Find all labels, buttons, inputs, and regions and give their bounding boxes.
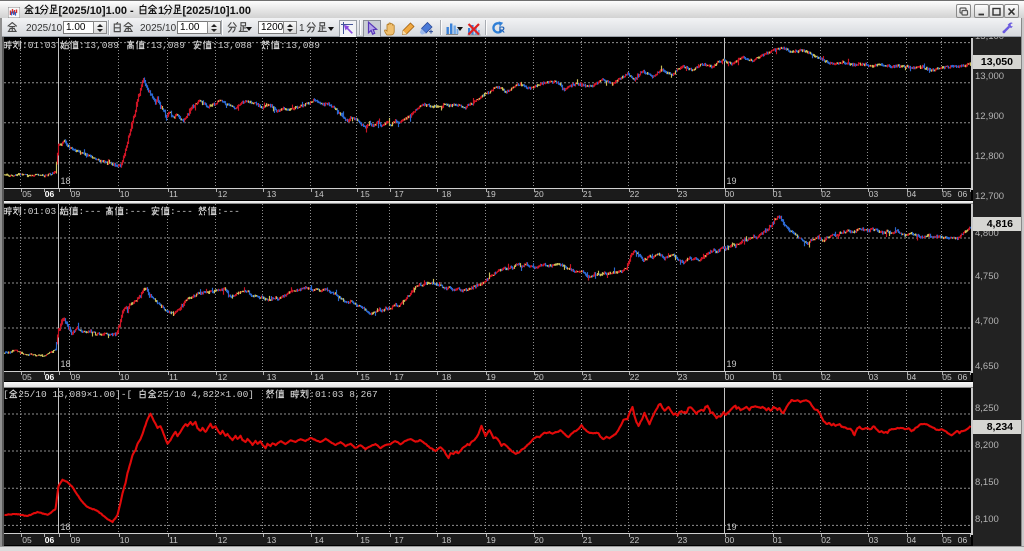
- svg-text:18: 18: [61, 522, 71, 532]
- svg-text::13,088: :13,088: [212, 40, 252, 51]
- svg-text:[2025/10]1.00: [2025/10]1.00: [183, 5, 252, 17]
- svg-text:18: 18: [61, 176, 71, 186]
- svg-text::13,089: :13,089: [280, 40, 320, 51]
- svg-text:[: [: [4, 389, 9, 400]
- svg-text::01:03: :01:03: [22, 40, 57, 51]
- svg-text::---: :---: [79, 206, 102, 217]
- svg-text::01:03: :01:03: [22, 206, 57, 217]
- svg-text:[2025/10]1.00 -: [2025/10]1.00 -: [59, 5, 135, 17]
- svg-text:1: 1: [34, 5, 40, 17]
- svg-text:19: 19: [727, 176, 737, 186]
- svg-text:25/10 4,822×1.00]: 25/10 4,822×1.00]: [157, 389, 254, 400]
- svg-text:18: 18: [61, 359, 71, 369]
- svg-text:R: R: [498, 24, 504, 34]
- svg-text::13,089: :13,089: [145, 40, 185, 51]
- svg-text::---: :---: [124, 206, 147, 217]
- svg-text:1: 1: [158, 5, 164, 17]
- svg-text::---: :---: [217, 206, 240, 217]
- svg-text::01:03 8,267: :01:03 8,267: [309, 389, 377, 400]
- svg-text:19: 19: [727, 359, 737, 369]
- svg-text:19: 19: [727, 522, 737, 532]
- svg-text::13,089: :13,089: [79, 40, 119, 51]
- svg-text::---: :---: [170, 206, 193, 217]
- svg-text:25/10 13,089×1.00]-[: 25/10 13,089×1.00]-[: [18, 389, 132, 400]
